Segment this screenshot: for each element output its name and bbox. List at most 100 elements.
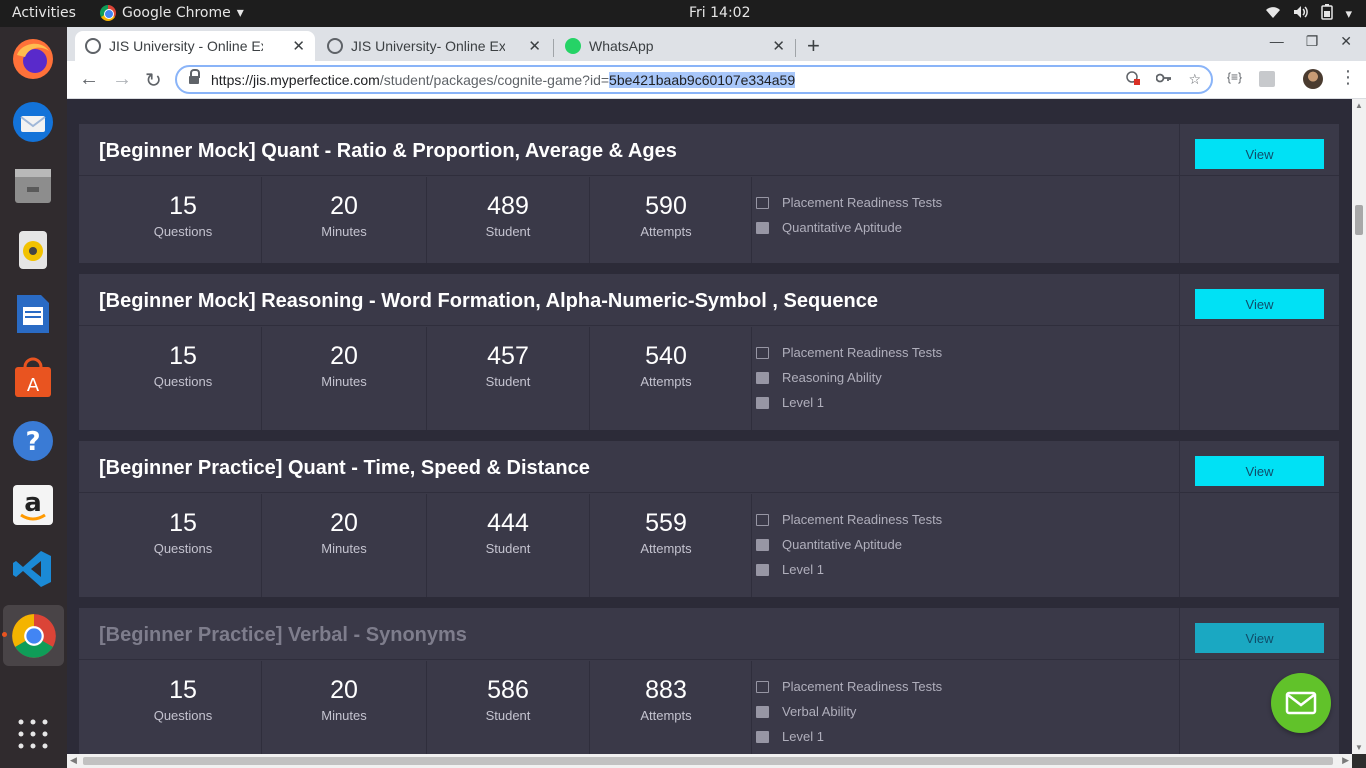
location-blocked-icon[interactable] bbox=[1126, 71, 1141, 88]
system-tray[interactable]: ▾ bbox=[1265, 4, 1352, 24]
tab-jis-online-exam-2[interactable]: JIS University- Online Exa ✕ bbox=[317, 31, 551, 61]
edit-icon bbox=[756, 680, 769, 693]
divider bbox=[1179, 608, 1180, 754]
message-fab-button[interactable] bbox=[1271, 673, 1331, 733]
tag-label: Reasoning Ability bbox=[782, 370, 882, 385]
tag-item: Placement Readiness Tests bbox=[756, 190, 942, 215]
close-tab-icon[interactable]: ✕ bbox=[772, 37, 785, 55]
svg-text:?: ? bbox=[25, 427, 40, 457]
back-arrow-icon[interactable]: ← bbox=[79, 68, 99, 91]
stat-value: 883 bbox=[645, 676, 687, 704]
star-icon[interactable]: ☆ bbox=[1188, 71, 1201, 88]
card-title[interactable]: [Beginner Practice] Quant - Time, Speed … bbox=[99, 457, 590, 480]
stat-divider bbox=[426, 661, 427, 754]
packages-list-page: [Beginner Mock] Quant - Ratio & Proporti… bbox=[67, 99, 1352, 754]
stat-minutes: 20 Minutes bbox=[284, 192, 404, 239]
card-header: [Beginner Mock] Quant - Ratio & Proporti… bbox=[79, 124, 1339, 176]
stat-divider bbox=[261, 327, 262, 430]
ubuntu-dock: A ? a bbox=[0, 27, 67, 768]
stat-label: Minutes bbox=[321, 224, 367, 239]
stat-divider bbox=[261, 177, 262, 263]
minimize-icon[interactable]: — bbox=[1270, 33, 1284, 50]
stat-value: 586 bbox=[487, 676, 529, 704]
rhythmbox-icon[interactable] bbox=[9, 225, 57, 273]
thunderbird-icon[interactable] bbox=[9, 98, 57, 146]
tag-item: Reasoning Ability bbox=[756, 365, 942, 390]
package-card: [Beginner Practice] Verbal - Synonyms Vie… bbox=[79, 608, 1339, 754]
scroll-down-arrow-icon[interactable]: ▼ bbox=[1355, 743, 1363, 752]
view-button[interactable]: View bbox=[1195, 289, 1324, 319]
extension-icon[interactable] bbox=[1259, 71, 1275, 87]
scroll-left-arrow-icon[interactable]: ◀ bbox=[70, 755, 77, 766]
divider bbox=[1179, 124, 1180, 263]
firefox-icon[interactable] bbox=[9, 35, 57, 83]
stat-minutes: 20 Minutes bbox=[284, 342, 404, 389]
app-grid-icon[interactable] bbox=[9, 710, 57, 758]
scroll-up-arrow-icon[interactable]: ▲ bbox=[1355, 101, 1363, 110]
tab-jis-online-exam-1[interactable]: JIS University - Online Exa ✕ bbox=[75, 31, 315, 61]
browser-toolbar: ← → ↻ https://jis.myperfectice.com/stude… bbox=[67, 61, 1366, 99]
stat-divider bbox=[751, 661, 752, 754]
scroll-right-arrow-icon[interactable]: ▶ bbox=[1342, 755, 1349, 766]
vscode-icon[interactable] bbox=[9, 545, 57, 593]
activities-button[interactable]: Activities bbox=[12, 5, 76, 21]
tag-label: Placement Readiness Tests bbox=[782, 679, 943, 694]
edit-icon bbox=[756, 513, 769, 526]
url-selected-text: 5be421baab9c60107e334a59 bbox=[609, 71, 796, 88]
card-title[interactable]: [Beginner Mock] Quant - Ratio & Proporti… bbox=[99, 140, 677, 163]
writer-icon[interactable] bbox=[9, 289, 57, 337]
horizontal-scrollbar[interactable]: ◀ ▶ bbox=[67, 754, 1352, 768]
url-path: /student/packages/cognite-game?id= bbox=[379, 71, 610, 88]
profile-avatar[interactable] bbox=[1303, 69, 1323, 89]
view-button[interactable]: View bbox=[1195, 456, 1324, 486]
tab-whatsapp[interactable]: WhatsApp ✕ bbox=[555, 31, 795, 61]
amazon-icon[interactable]: a bbox=[9, 481, 57, 529]
volume-icon bbox=[1293, 5, 1309, 23]
json-extension-icon[interactable]: {≡} bbox=[1227, 70, 1242, 84]
reload-icon[interactable]: ↻ bbox=[145, 68, 162, 93]
forward-arrow-icon[interactable]: → bbox=[112, 68, 132, 91]
close-tab-icon[interactable]: ✕ bbox=[292, 37, 305, 55]
software-center-icon[interactable]: A bbox=[9, 353, 57, 401]
app-menu[interactable]: Google Chrome ▾ bbox=[100, 5, 244, 21]
card-title[interactable]: [Beginner Practice] Verbal - Synonyms bbox=[99, 624, 467, 647]
whatsapp-icon bbox=[565, 38, 581, 54]
address-bar[interactable]: https://jis.myperfectice.com/student/pac… bbox=[175, 65, 1213, 94]
files-icon[interactable] bbox=[9, 161, 57, 209]
vertical-scrollbar[interactable]: ▲ ▼ bbox=[1352, 99, 1366, 754]
stat-divider bbox=[261, 494, 262, 597]
tag-item: Level 1 bbox=[756, 390, 942, 415]
card-title[interactable]: [Beginner Mock] Reasoning - Word Formati… bbox=[99, 290, 878, 313]
lock-icon[interactable] bbox=[189, 68, 200, 86]
stat-label: Minutes bbox=[321, 708, 367, 723]
card-tags: Placement Readiness Tests Reasoning Abili… bbox=[756, 340, 942, 415]
close-window-icon[interactable]: ✕ bbox=[1340, 33, 1352, 50]
card-header: [Beginner Mock] Reasoning - Word Formati… bbox=[79, 274, 1339, 326]
stat-divider bbox=[589, 327, 590, 430]
book-icon bbox=[756, 538, 769, 551]
maximize-icon[interactable]: ❐ bbox=[1306, 33, 1319, 50]
tab-title: WhatsApp bbox=[589, 38, 654, 54]
view-button[interactable]: View bbox=[1195, 139, 1324, 169]
stat-label: Student bbox=[485, 374, 531, 389]
globe-icon bbox=[85, 38, 101, 54]
help-icon[interactable]: ? bbox=[9, 417, 57, 465]
stat-value: 540 bbox=[645, 342, 687, 370]
scrollbar-thumb[interactable] bbox=[1355, 205, 1363, 235]
stat-minutes: 20 Minutes bbox=[284, 509, 404, 556]
running-indicator bbox=[2, 632, 7, 637]
view-button[interactable]: View bbox=[1195, 623, 1324, 653]
book-icon bbox=[756, 371, 769, 384]
close-tab-icon[interactable]: ✕ bbox=[528, 37, 541, 55]
chrome-menu-icon[interactable]: ⋮ bbox=[1339, 67, 1357, 88]
stat-label: Student bbox=[485, 708, 531, 723]
stat-value: 15 bbox=[169, 509, 197, 537]
stat-attempts: 559 Attempts bbox=[606, 509, 726, 556]
key-icon[interactable] bbox=[1156, 71, 1172, 88]
clock[interactable]: Fri 14:02 bbox=[689, 5, 750, 21]
book-icon bbox=[756, 730, 769, 743]
tag-label: Verbal Ability bbox=[782, 704, 857, 719]
scrollbar-thumb[interactable] bbox=[83, 757, 1333, 765]
new-tab-button[interactable]: + bbox=[807, 33, 820, 59]
chrome-dock-item[interactable] bbox=[3, 605, 64, 666]
